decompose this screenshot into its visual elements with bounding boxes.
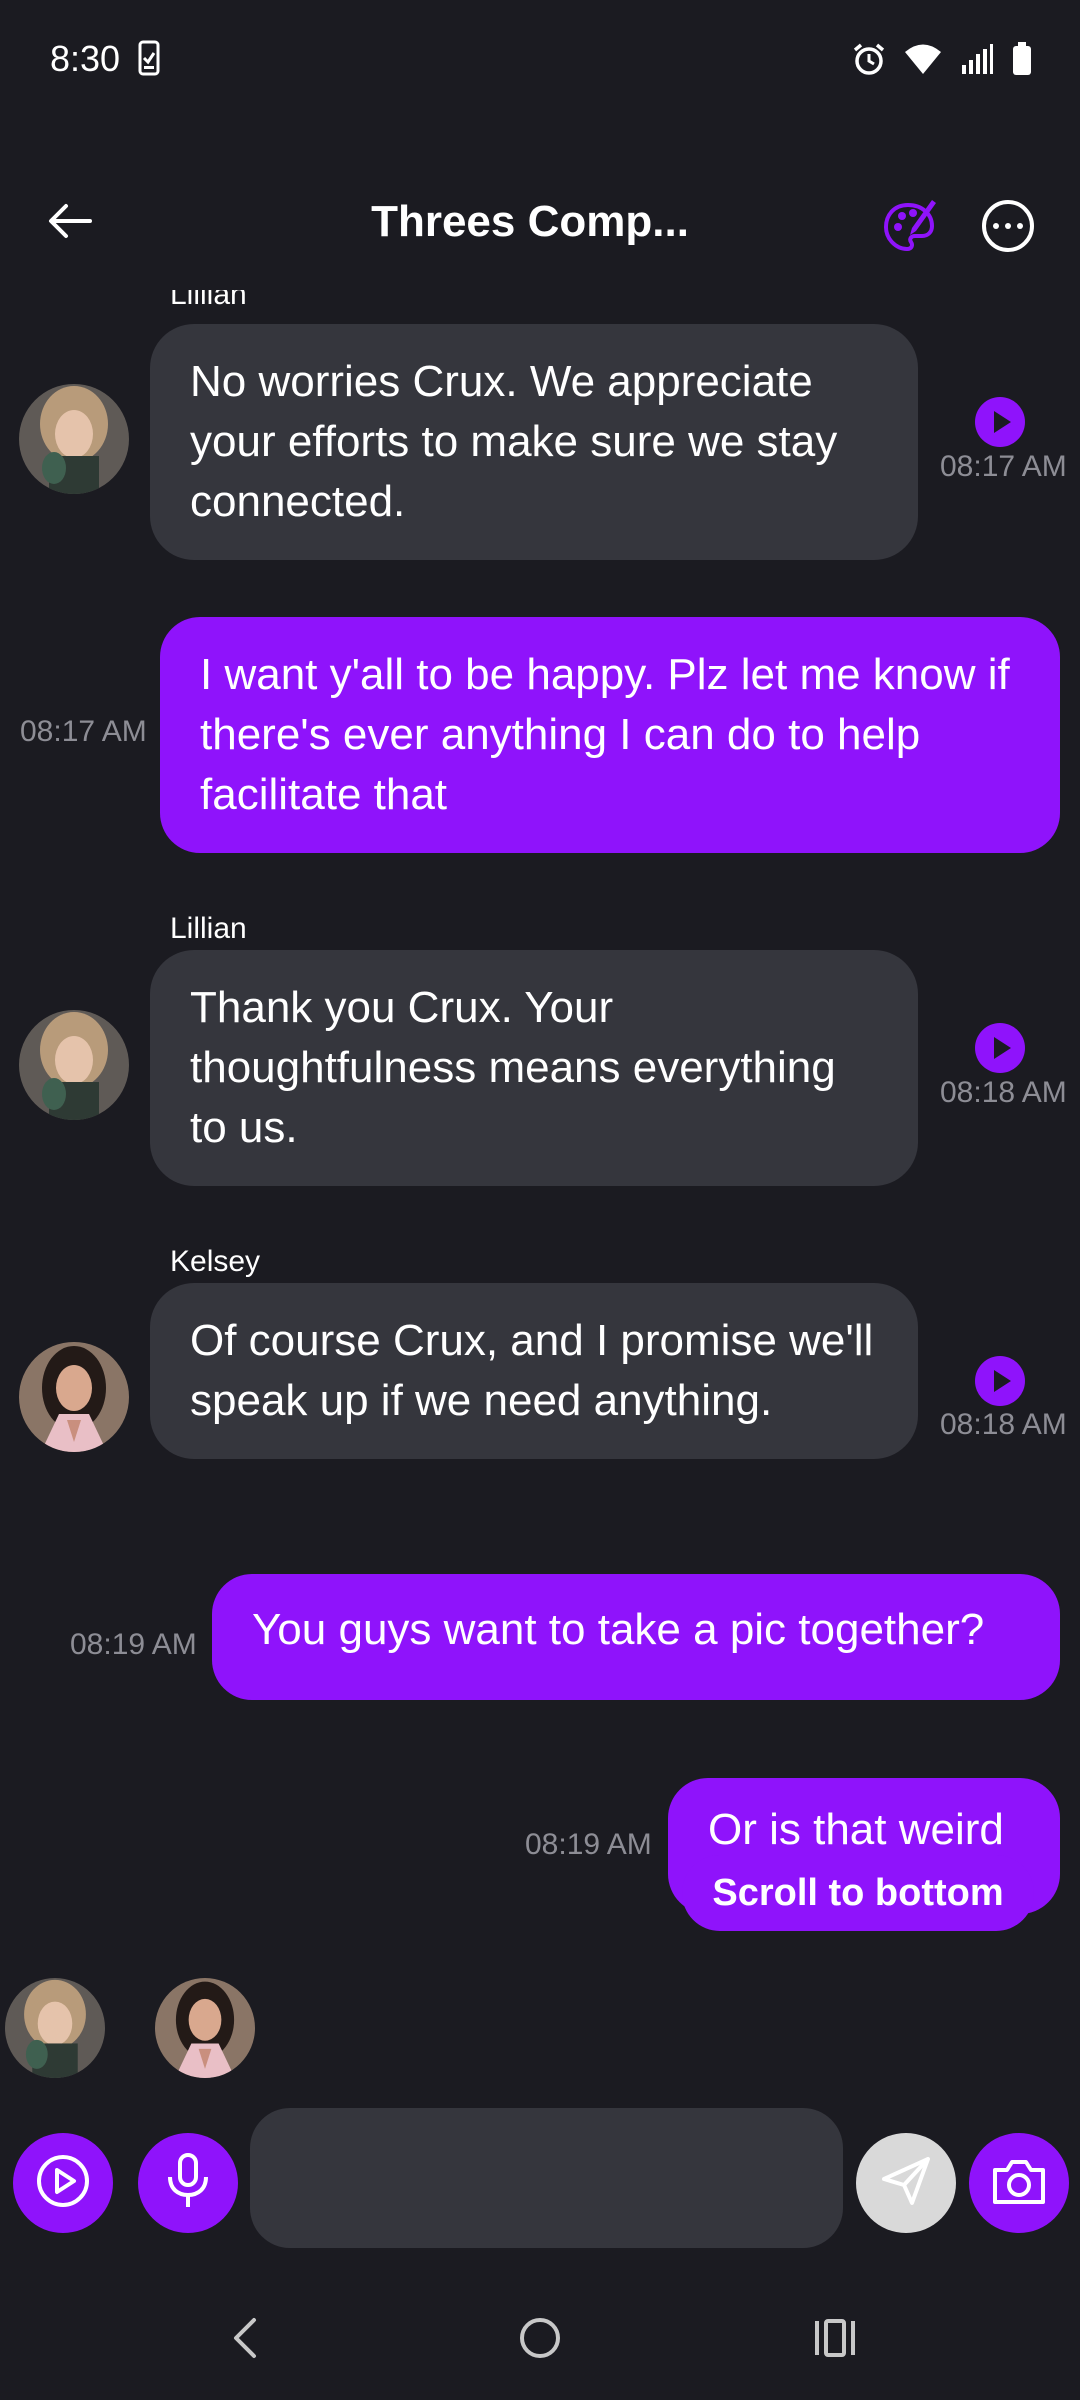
message-text: You guys want to take a pic together? xyxy=(252,1605,985,1654)
nav-home-button[interactable] xyxy=(500,2305,580,2375)
recents-icon xyxy=(812,2318,858,2363)
alarm-icon xyxy=(852,42,886,81)
play-icon xyxy=(994,411,1011,433)
sender-name: Kelsey xyxy=(170,1245,261,1278)
play-audio-button[interactable] xyxy=(975,397,1025,447)
more-options-button[interactable] xyxy=(982,200,1034,252)
dot xyxy=(993,223,999,229)
chat-header: Threes Comp... xyxy=(0,185,1080,265)
play-circle-icon xyxy=(33,2151,93,2216)
nav-recents-button[interactable] xyxy=(795,2305,875,2375)
video-message-button[interactable] xyxy=(13,2133,113,2233)
wifi-icon xyxy=(904,43,942,80)
message-bubble[interactable]: I want y'all to be happy. Plz let me kno… xyxy=(160,617,1060,853)
participant-avatar[interactable] xyxy=(5,1978,105,2078)
send-button[interactable] xyxy=(856,2133,956,2233)
back-button[interactable] xyxy=(40,193,100,253)
send-icon xyxy=(878,2153,934,2214)
dot xyxy=(1017,223,1023,229)
system-nav-bar xyxy=(0,2280,1080,2400)
chevron-left-icon xyxy=(230,2316,260,2365)
sender-name: Lillian xyxy=(170,912,247,945)
message-time: 08:18 AM xyxy=(940,1408,1067,1441)
nav-back-button[interactable] xyxy=(205,2305,285,2375)
message-text: No worries Crux. We appreciate your effo… xyxy=(190,357,838,526)
play-audio-button[interactable] xyxy=(975,1023,1025,1073)
play-audio-button[interactable] xyxy=(975,1356,1025,1406)
microphone-icon xyxy=(162,2152,214,2214)
chat-title[interactable]: Threes Comp... xyxy=(230,197,830,247)
play-icon xyxy=(994,1037,1011,1059)
message-bubble[interactable]: You guys want to take a pic together? xyxy=(212,1574,1060,1700)
arrow-left-icon xyxy=(48,203,92,244)
avatar[interactable] xyxy=(19,1342,129,1452)
message-text: Thank you Crux. Your thoughtfulness mean… xyxy=(190,983,836,1152)
camera-icon xyxy=(989,2154,1049,2213)
dot xyxy=(1005,223,1011,229)
message-time: 08:17 AM xyxy=(20,715,147,748)
status-bar: 8:30 xyxy=(0,0,1080,125)
message-text: Of course Crux, and I promise we'll spea… xyxy=(190,1316,874,1425)
clipboard-check-icon xyxy=(138,40,160,81)
message-time: 08:18 AM xyxy=(940,1076,1067,1109)
message-input[interactable] xyxy=(250,2108,843,2248)
palette-icon xyxy=(880,200,940,261)
avatar[interactable] xyxy=(19,1010,129,1120)
message-text: Or is that weird xyxy=(708,1805,1004,1854)
message-text: I want y'all to be happy. Plz let me kno… xyxy=(200,650,1010,819)
sender-name: Lillian xyxy=(170,290,247,311)
voice-message-button[interactable] xyxy=(138,2133,238,2233)
theme-button[interactable] xyxy=(880,197,940,257)
battery-icon xyxy=(1012,42,1032,81)
participant-avatar[interactable] xyxy=(155,1978,255,2078)
message-bubble[interactable]: Thank you Crux. Your thoughtfulness mean… xyxy=(150,950,918,1186)
message-time: 08:19 AM xyxy=(525,1828,652,1861)
message-time: 08:17 AM xyxy=(940,450,1067,483)
chat-screen: 8:30 Threes Comp... Lillian No worries C… xyxy=(0,0,1080,2400)
message-time: 08:19 AM xyxy=(70,1628,197,1661)
play-icon xyxy=(994,1370,1011,1392)
message-bubble[interactable]: No worries Crux. We appreciate your effo… xyxy=(150,324,918,560)
signal-icon xyxy=(960,43,994,80)
camera-button[interactable] xyxy=(969,2133,1069,2233)
home-circle-icon xyxy=(518,2316,562,2365)
message-list[interactable]: Lillian No worries Crux. We appreciate y… xyxy=(0,290,1080,2080)
status-icons xyxy=(852,42,1032,81)
scroll-to-bottom-button[interactable]: Scroll to bottom xyxy=(682,1855,1034,1931)
avatar[interactable] xyxy=(19,384,129,494)
message-bubble[interactable]: Of course Crux, and I promise we'll spea… xyxy=(150,1283,918,1459)
status-time: 8:30 xyxy=(50,38,121,79)
